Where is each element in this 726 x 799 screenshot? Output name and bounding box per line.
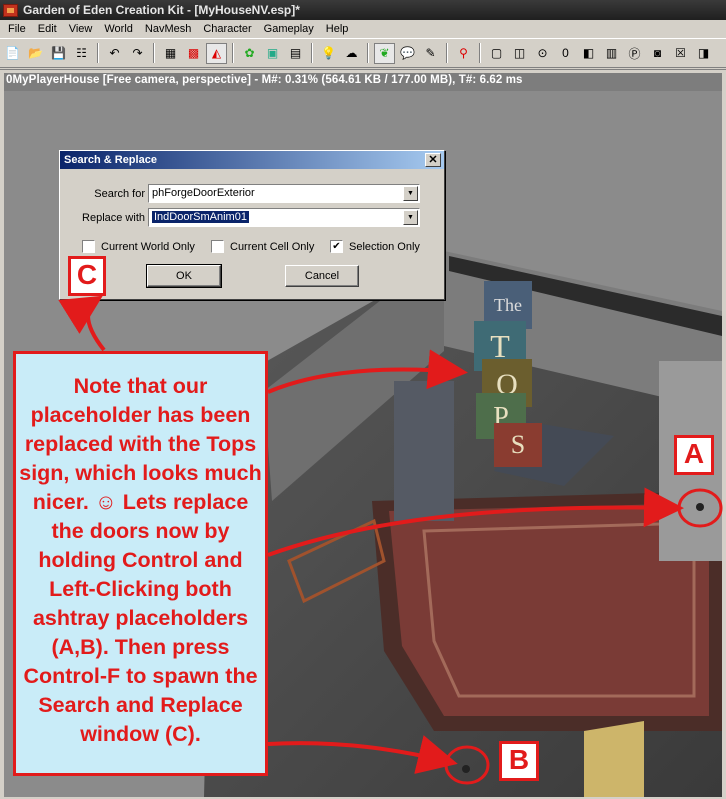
menu-help[interactable]: Help bbox=[320, 23, 355, 35]
chevron-down-icon[interactable]: ▼ bbox=[403, 186, 418, 201]
replace-value: IndDoorSmAnim01 bbox=[152, 211, 249, 223]
sign-letter: T bbox=[490, 328, 510, 364]
redo-icon[interactable]: ↷ bbox=[127, 43, 148, 64]
tutorial-note: Note that our placeholder has been repla… bbox=[13, 351, 268, 776]
sky-icon[interactable]: ☁ bbox=[341, 43, 362, 64]
app-logo-icon bbox=[3, 3, 18, 17]
toolbar-separator bbox=[232, 43, 234, 63]
open-icon[interactable]: 📂 bbox=[25, 43, 46, 64]
havok-icon[interactable]: ▤ bbox=[285, 43, 306, 64]
tutorial-note-text: Note that our placeholder has been repla… bbox=[19, 374, 262, 746]
menu-edit[interactable]: Edit bbox=[32, 23, 63, 35]
p-icon[interactable]: Ⓟ bbox=[624, 43, 645, 64]
current-cell-only-checkbox[interactable]: Current Cell Only bbox=[211, 240, 314, 253]
menu-view[interactable]: View bbox=[63, 23, 99, 35]
replace-row: Replace with IndDoorSmAnim01 ▼ bbox=[60, 208, 420, 227]
o-icon[interactable]: ◙ bbox=[647, 43, 668, 64]
ashtray-placeholder-a[interactable] bbox=[696, 503, 704, 511]
x-icon[interactable]: ☒ bbox=[670, 43, 691, 64]
replace-label: Replace with bbox=[82, 211, 145, 224]
save-icon[interactable]: 💾 bbox=[48, 43, 69, 64]
checkbox-label: Current World Only bbox=[101, 240, 195, 253]
window-title: Garden of Eden Creation Kit - [MyHouseNV… bbox=[23, 3, 300, 17]
pencil-icon[interactable]: ✎ bbox=[420, 43, 441, 64]
circle-icon[interactable]: ⊙ bbox=[532, 43, 553, 64]
leaf-icon[interactable]: ❦ bbox=[374, 42, 395, 64]
app-titlebar: Garden of Eden Creation Kit - [MyHouseNV… bbox=[0, 0, 726, 20]
toolbar-separator bbox=[446, 43, 448, 63]
menu-gameplay[interactable]: Gameplay bbox=[258, 23, 320, 35]
grid-icon[interactable]: ▦ bbox=[160, 43, 181, 64]
sign-letter: S bbox=[511, 430, 525, 459]
toolbar: 📄 📂 💾 ☷ ↶ ↷ ▦ ▩ ◭ ✿ ▣ ▤ 💡 ☁ ❦ 💬 ✎ ⚲ ▢ ◫ … bbox=[0, 38, 726, 68]
ok-button[interactable]: OK bbox=[146, 264, 222, 288]
search-label: Search for bbox=[94, 187, 145, 200]
toolbar-separator bbox=[311, 43, 313, 63]
menu-bar: File Edit View World NavMesh Character G… bbox=[0, 20, 726, 38]
checkbox-label: Selection Only bbox=[349, 240, 420, 253]
snap-icon[interactable]: ▩ bbox=[183, 43, 204, 64]
menu-world[interactable]: World bbox=[98, 23, 139, 35]
angle-snap-icon[interactable]: ◭ bbox=[206, 42, 227, 64]
menu-file[interactable]: File bbox=[2, 23, 32, 35]
metal-cabinet[interactable] bbox=[394, 381, 454, 521]
search-combo[interactable]: phForgeDoorExterior ▼ bbox=[148, 184, 420, 203]
label-b: B bbox=[499, 741, 539, 781]
menu-character[interactable]: Character bbox=[197, 23, 257, 35]
crate[interactable] bbox=[584, 721, 644, 797]
checkbox-box[interactable] bbox=[82, 240, 95, 253]
preferences-icon[interactable]: ☷ bbox=[71, 43, 92, 64]
checkbox-box[interactable]: ✔ bbox=[330, 240, 343, 253]
current-world-only-checkbox[interactable]: Current World Only bbox=[82, 240, 195, 253]
toolbar-separator bbox=[97, 43, 99, 63]
search-value: phForgeDoorExterior bbox=[152, 187, 255, 199]
landscape-icon[interactable]: ✿ bbox=[239, 43, 260, 64]
label-a: A bbox=[674, 435, 714, 475]
light-icon[interactable]: ◨ bbox=[693, 43, 714, 64]
wall-icon[interactable]: ▥ bbox=[601, 43, 622, 64]
dialog-title: Search & Replace bbox=[64, 154, 157, 166]
render-window-caption: 0MyPlayerHouse [Free camera, perspective… bbox=[6, 74, 523, 86]
checkbox-label: Current Cell Only bbox=[230, 240, 315, 253]
cancel-button[interactable]: Cancel bbox=[285, 265, 359, 287]
menu-navmesh[interactable]: NavMesh bbox=[139, 23, 197, 35]
box-icon[interactable]: ▢ bbox=[486, 43, 507, 64]
toolbar-separator bbox=[153, 43, 155, 63]
box2-icon[interactable]: ◫ bbox=[509, 43, 530, 64]
undo-icon[interactable]: ↶ bbox=[104, 43, 125, 64]
close-icon[interactable]: ✕ bbox=[425, 153, 441, 167]
sign-letter: The bbox=[494, 295, 522, 315]
ashtray-placeholder-b[interactable] bbox=[462, 765, 470, 773]
replace-combo[interactable]: IndDoorSmAnim01 ▼ bbox=[148, 208, 420, 227]
terrain-icon[interactable]: ▣ bbox=[262, 43, 283, 64]
markers-icon[interactable]: ⚲ bbox=[453, 43, 474, 64]
label-c: C bbox=[68, 256, 106, 296]
selection-only-checkbox[interactable]: ✔ Selection Only bbox=[330, 240, 420, 253]
chevron-down-icon[interactable]: ▼ bbox=[403, 210, 418, 225]
portal-icon[interactable]: ◧ bbox=[578, 43, 599, 64]
number-icon[interactable]: 0 bbox=[555, 43, 576, 64]
search-row: Search for phForgeDoorExterior ▼ bbox=[60, 184, 420, 203]
dialog-titlebar: Search & Replace ✕ bbox=[60, 151, 444, 169]
new-icon[interactable]: 📄 bbox=[2, 43, 23, 64]
search-replace-dialog: Search & Replace ✕ Search for phForgeDoo… bbox=[59, 150, 445, 300]
checkbox-box[interactable] bbox=[211, 240, 224, 253]
toolbar-separator bbox=[367, 43, 369, 63]
speech-icon[interactable]: 💬 bbox=[397, 43, 418, 64]
toolbar-separator bbox=[479, 43, 481, 63]
lighting-icon[interactable]: 💡 bbox=[318, 43, 339, 64]
